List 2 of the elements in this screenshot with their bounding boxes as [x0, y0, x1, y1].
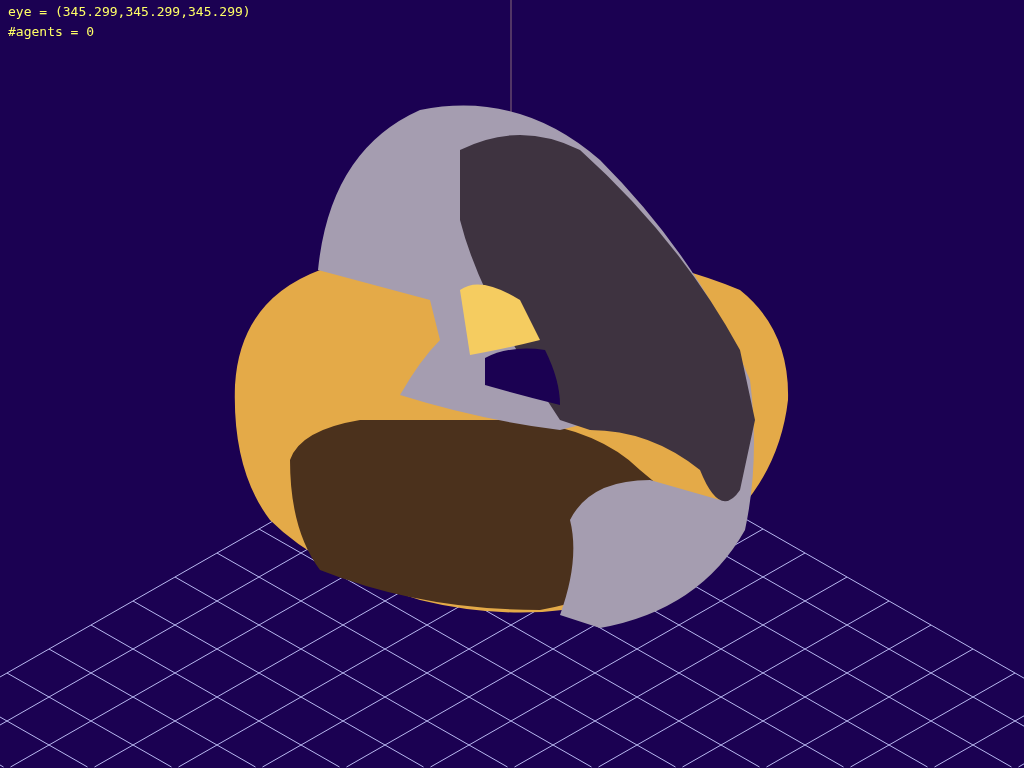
status-text: eye = (345.299,345.299,345.299): [8, 3, 251, 21]
status-text: #agents = 0: [8, 23, 96, 41]
